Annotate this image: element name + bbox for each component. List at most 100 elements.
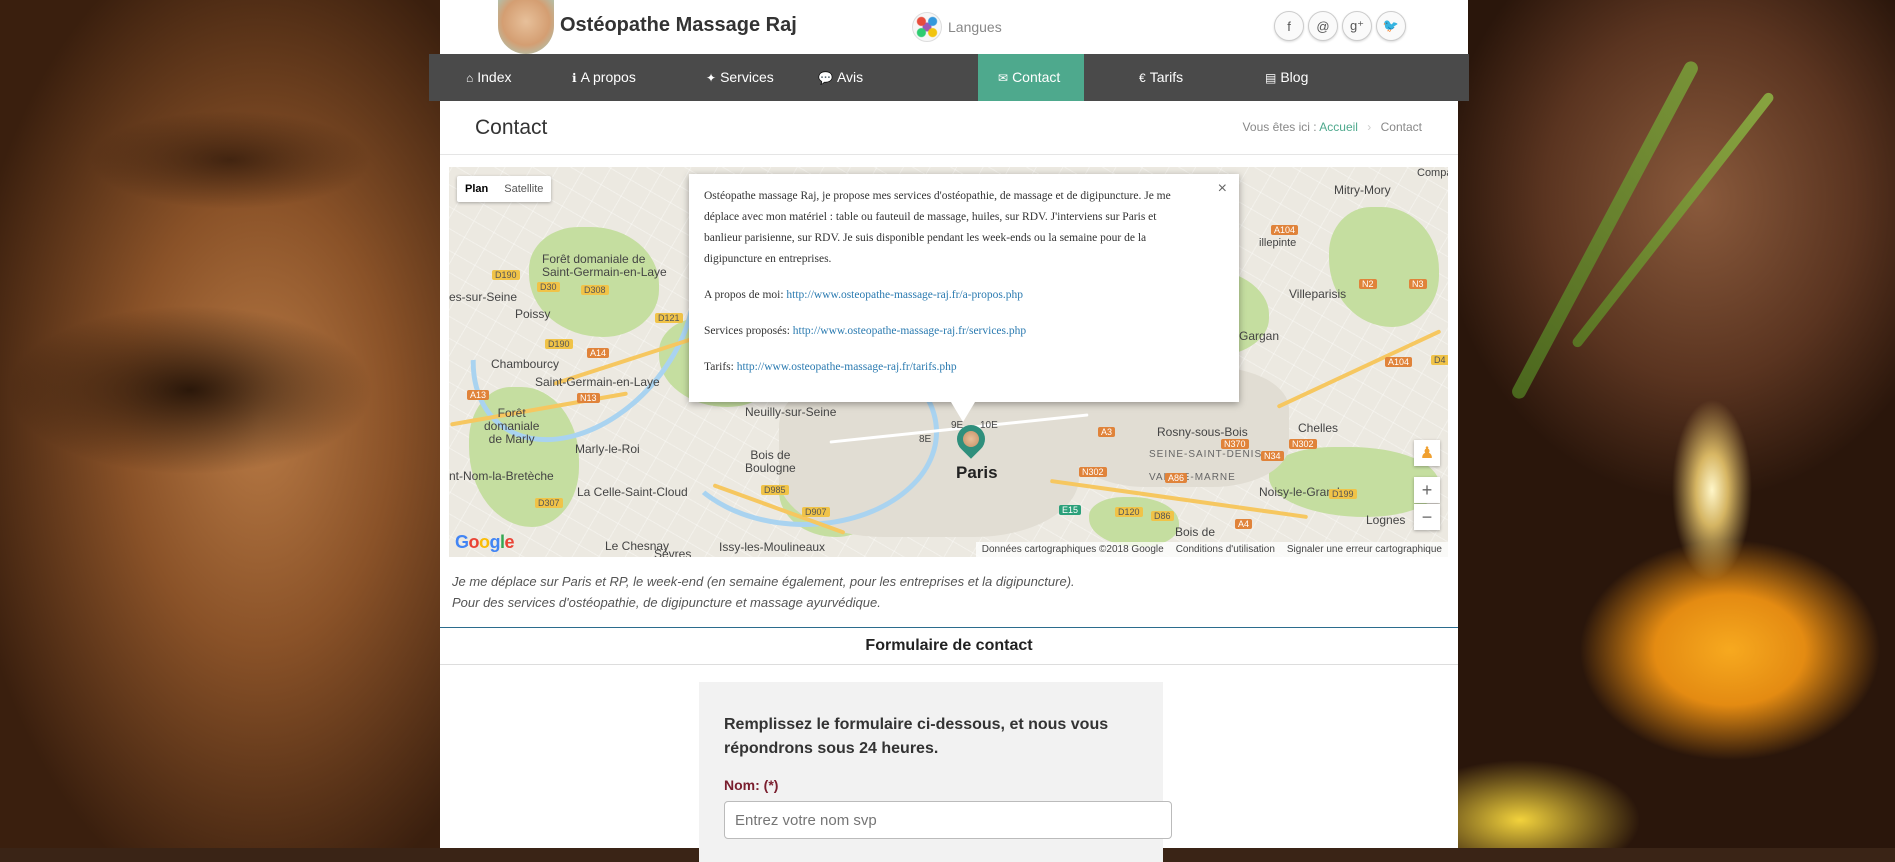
road-shield: D4 (1431, 355, 1448, 365)
bamboo-leaf (1509, 58, 1701, 402)
map-place-label: Mitry-Mory (1334, 183, 1391, 197)
google-logo[interactable]: Google (455, 532, 515, 553)
newspaper-icon: ▤ (1265, 71, 1277, 85)
nav-item-index[interactable]: ⌂ Index (446, 54, 532, 101)
zoom-in-button[interactable]: + (1414, 477, 1440, 503)
logo-image[interactable] (498, 0, 554, 54)
road-shield: N3 (1409, 279, 1427, 289)
breadcrumb-separator: › (1367, 120, 1372, 134)
road-shield: N302 (1079, 467, 1107, 477)
nav-item-label: Contact (1012, 69, 1061, 85)
zoom-out-button[interactable]: − (1414, 504, 1440, 530)
map-region-label: SEINE-SAINT-DENIS (1149, 449, 1263, 460)
info-window-about-label: A propos de moi: (704, 289, 784, 301)
info-window-intro: Ostéopathe massage Raj, je propose mes s… (704, 190, 1171, 265)
close-icon[interactable]: × (1218, 180, 1227, 198)
nav-item-label: Avis (836, 69, 864, 85)
road-shield: A3 (1098, 427, 1116, 437)
road-shield: N13 (577, 393, 600, 403)
map-place-label: Sèvres (654, 547, 692, 557)
info-window-about-line: A propos de moi: http://www.osteopathe-m… (704, 285, 1194, 306)
languages-label[interactable]: Langues (948, 19, 1002, 35)
nav-item-tarifs[interactable]: € Tarifs (1119, 54, 1203, 101)
contact-form-intro: Remplissez le formulaire ci-dessous, et … (724, 716, 1109, 757)
street-view-pegman-icon[interactable]: ♟ (1414, 440, 1440, 466)
contact-form-panel: Remplissez le formulaire ci-dessous, et … (699, 682, 1172, 862)
nav-item-label: A propos (580, 69, 636, 85)
road-shield: A14 (587, 348, 610, 358)
nav-item-a-propos[interactable]: ℹA propos (552, 54, 656, 101)
map-place-label: Saint-Germain-en-Laye (535, 375, 660, 389)
map-forest (1329, 207, 1439, 327)
info-window-tarifs-label: Tarifs: (704, 361, 734, 373)
map-region-label: VAL-DE-MARNE (1149, 472, 1236, 483)
euro-icon: € (1139, 71, 1146, 85)
map-type-plan-button[interactable]: Plan (457, 176, 496, 202)
map-place-label: Rosny-sous-Bois (1157, 425, 1248, 439)
info-window-body: Ostéopathe massage Raj, je propose mes s… (704, 186, 1194, 393)
map-place-label: illepinte (1259, 237, 1297, 249)
info-window-services-line: Services proposés: http://www.osteopathe… (704, 321, 1194, 342)
map-place-label: Poissy (515, 307, 551, 321)
nav-item-blog[interactable]: ▤ Blog (1245, 54, 1328, 101)
map-place-label: Compar (1417, 167, 1448, 179)
main-navbar: ⌂ Index ℹA propos ✦ Services 💬 Avis ✉ Contac… (429, 54, 1469, 101)
site-title[interactable]: Ostéopathe Massage Raj (560, 14, 797, 37)
map-place-label: 10E (980, 420, 998, 431)
nav-item-label: Tarifs (1149, 69, 1184, 85)
map-type-satellite-button[interactable]: Satellite (496, 176, 551, 202)
road-shield: D199 (1329, 489, 1357, 499)
info-window-tarifs-line: Tarifs: http://www.osteopathe-massage-ra… (704, 357, 1194, 378)
name-input[interactable] (724, 801, 1172, 839)
road-shield: N34 (1261, 451, 1284, 461)
map-place-label: nt-Nom-la-Bretèche (449, 469, 554, 483)
info-window-services-label: Services proposés: (704, 325, 790, 337)
page-title: Contact (475, 116, 548, 139)
nav-item-label: Services (720, 69, 774, 85)
map-place-label: Forêt domaniale de Marly (484, 406, 540, 446)
breadcrumb-home-link[interactable]: Accueil (1319, 120, 1358, 134)
road-shield: D307 (535, 498, 563, 508)
google-plus-icon[interactable]: g⁺ (1342, 11, 1372, 41)
massage-icon: ✦ (706, 71, 717, 85)
map-road (1276, 329, 1442, 409)
road-shield: D308 (581, 285, 609, 295)
map-place-label: Gargan (1239, 329, 1280, 343)
road-shield: D907 (802, 507, 830, 517)
language-selector[interactable]: Langues (912, 12, 1002, 42)
road-shield: A104 (1385, 357, 1413, 367)
map-data-credit: Données cartographiques ©2018 Google (981, 544, 1164, 555)
nav-item-contact[interactable]: ✉ Contact (978, 54, 1084, 101)
services-link[interactable]: http://www.osteopathe-massage-raj.fr/ser… (793, 325, 1026, 337)
languages-icon[interactable] (912, 12, 942, 42)
social-links: f @ g⁺ 🐦 (1274, 11, 1406, 41)
home-icon: ⌂ (466, 71, 474, 85)
map-place-label: Forêt domaniale de Saint-Germain-en-Laye (542, 252, 667, 279)
road-shield: D121 (655, 313, 683, 323)
road-shield: N370 (1221, 439, 1249, 449)
nav-item-avis[interactable]: 💬 Avis (798, 54, 883, 101)
about-link[interactable]: http://www.osteopathe-massage-raj.fr/a-p… (786, 289, 1023, 301)
map-report-error-link[interactable]: Signaler une erreur cartographique (1287, 544, 1442, 555)
comment-icon: 💬 (818, 71, 833, 85)
map-terms-link[interactable]: Conditions d'utilisation (1176, 544, 1275, 555)
facebook-icon[interactable]: f (1274, 11, 1304, 41)
map-attribution-bar: Données cartographiques ©2018 Google Con… (975, 542, 1448, 557)
email-icon[interactable]: @ (1308, 11, 1338, 41)
info-icon: ℹ (572, 71, 577, 85)
envelope-icon: ✉ (998, 71, 1009, 85)
road-shield: D190 (545, 339, 573, 349)
contact-form-heading: Formulaire de contact (440, 627, 1458, 665)
map-place-label: La Celle-Saint-Cloud (577, 485, 688, 499)
nav-item-services[interactable]: ✦ Services (686, 54, 794, 101)
road-shield: D30 (537, 282, 560, 292)
tarifs-link[interactable]: http://www.osteopathe-massage-raj.fr/tar… (737, 361, 957, 373)
road-shield: A4 (1235, 519, 1253, 529)
map-place-label: Chambourcy (491, 357, 560, 371)
road-shield: N2 (1359, 279, 1377, 289)
breadcrumb-current: Contact (1380, 120, 1422, 134)
map-place-label-paris: Paris (956, 463, 998, 482)
map-place-label: Lognes (1366, 513, 1406, 527)
twitter-icon[interactable]: 🐦 (1376, 11, 1406, 41)
road-shield: A86 (1165, 473, 1188, 483)
